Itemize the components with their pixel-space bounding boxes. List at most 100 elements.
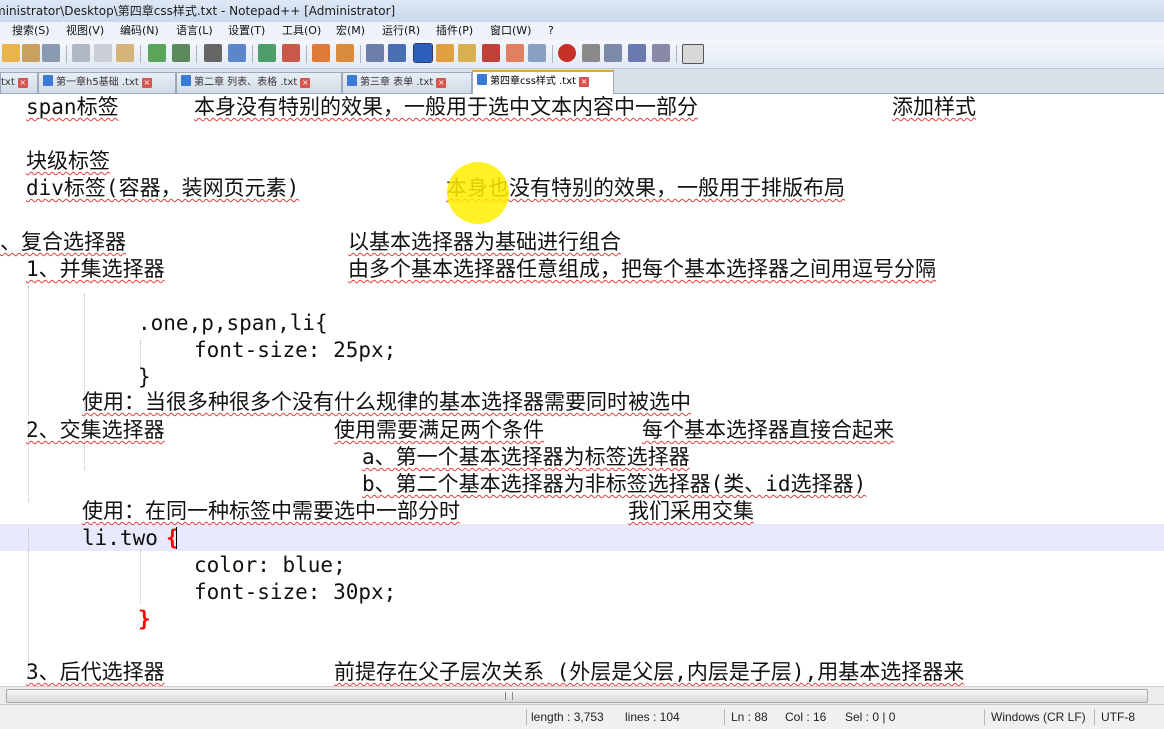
matching-brace: } xyxy=(138,607,151,631)
code-line: 1、并集选择器 由多个基本选择器任意组成，把每个基本选择器之间用逗号分隔 xyxy=(0,256,1164,283)
status-length: length : 3,753 xyxy=(531,710,604,724)
tab-label: txt xyxy=(1,77,15,88)
stop-macro-icon[interactable] xyxy=(582,44,600,62)
copy-icon[interactable] xyxy=(94,44,112,62)
play-macro-icon[interactable] xyxy=(604,44,622,62)
doc-map-icon[interactable] xyxy=(458,44,476,62)
code-line: font-size: 25px; xyxy=(0,337,1164,364)
save-macro-icon[interactable] xyxy=(652,44,670,62)
horizontal-scrollbar[interactable] xyxy=(0,686,1164,704)
find-icon[interactable] xyxy=(204,44,222,62)
line-text: font-size: 25px; xyxy=(194,338,397,362)
status-selection: Sel : 0 | 0 xyxy=(845,710,896,724)
line-text: a、第一个基本选择器为标签选择器 xyxy=(362,445,690,469)
sync-h-icon[interactable] xyxy=(336,44,354,62)
code-line: 3、后代选择器 前提存在父子层次关系 (外层是父层,内层是子层),用基本选择器来 xyxy=(0,659,1164,686)
zoom-in-icon[interactable] xyxy=(258,44,276,62)
toolbar-separator xyxy=(360,45,361,63)
line-text: 3、后代选择器 xyxy=(26,660,165,684)
menu-search[interactable]: 搜索(S) xyxy=(12,22,50,40)
toolbar-separator xyxy=(140,45,141,63)
folder-workspace-icon[interactable] xyxy=(506,44,524,62)
file-icon xyxy=(347,75,357,86)
window-title: ministrator\Desktop\第四章css样式.txt - Notep… xyxy=(0,4,396,18)
line-text: } xyxy=(138,365,151,389)
menu-encoding[interactable]: 编码(N) xyxy=(120,22,159,40)
close-icon[interactable]: × xyxy=(436,78,447,88)
zoom-out-icon[interactable] xyxy=(282,44,300,62)
line-text: 2、交集选择器 xyxy=(26,418,165,442)
close-icon[interactable]: × xyxy=(141,78,152,88)
code-line: } xyxy=(0,364,1164,391)
paste-icon[interactable] xyxy=(116,44,134,62)
code-line: 使用：当很多种很多个没有什么规律的基本选择器需要同时被选中 xyxy=(0,389,1164,416)
sync-v-icon[interactable] xyxy=(312,44,330,62)
line-text: 、复合选择器 xyxy=(0,230,126,254)
code-line: 、复合选择器 以基本选择器为基础进行组合 xyxy=(0,229,1164,256)
replace-icon[interactable] xyxy=(228,44,246,62)
code-line: span标签 本身没有特别的效果，一般用于选中文本内容中一部分 添加样式 xyxy=(0,94,1164,121)
close-icon[interactable]: × xyxy=(579,77,590,87)
toolbar-separator xyxy=(676,45,677,63)
word-wrap-icon[interactable] xyxy=(366,44,384,62)
menu-bar: 搜索(S) 视图(V) 编码(N) 语言(L) 设置(T) 工具(O) 宏(M)… xyxy=(0,22,1164,40)
file-icon xyxy=(181,75,191,86)
code-line: 块级标签 xyxy=(0,148,1164,175)
tab-5-active[interactable]: 第四章css样式 .txt × xyxy=(472,70,614,95)
menu-language[interactable]: 语言(L) xyxy=(176,22,213,40)
line-text: 使用：当很多种很多个没有什么规律的基本选择器需要同时被选中 xyxy=(82,390,691,414)
tab-3[interactable]: 第二章 列表、表格 .txt × xyxy=(176,72,342,93)
menu-settings[interactable]: 设置(T) xyxy=(228,22,265,40)
toolbar-separator xyxy=(252,45,253,63)
indent-guide-icon[interactable] xyxy=(413,43,433,63)
open-icon[interactable] xyxy=(2,44,20,62)
toolbar xyxy=(0,40,1164,69)
redo-icon[interactable] xyxy=(172,44,190,62)
text-caret xyxy=(176,527,177,549)
scrollbar-thumb[interactable] xyxy=(6,689,1148,703)
file-icon xyxy=(43,75,53,86)
line-text: 前提存在父子层次关系 (外层是父层,内层是子层),用基本选择器来 xyxy=(334,660,965,684)
tab-1[interactable]: txt × xyxy=(0,72,38,93)
close-icon[interactable]: × xyxy=(300,78,311,88)
code-line: 使用：在同一种标签中需要选中一部分时 我们采用交集 xyxy=(0,498,1164,525)
menu-window[interactable]: 窗口(W) xyxy=(490,22,531,40)
spell-check-icon[interactable] xyxy=(682,44,704,64)
code-line: color: blue; xyxy=(0,552,1164,579)
toolbar-separator xyxy=(306,45,307,63)
code-line: div标签(容器，装网页元素) 本身也没有特别的效果，一般用于排版布局 xyxy=(0,175,1164,202)
menu-view[interactable]: 视图(V) xyxy=(66,22,104,40)
monitoring-icon[interactable] xyxy=(528,44,546,62)
menu-run[interactable]: 运行(R) xyxy=(382,22,420,40)
line-text: 每个基本选择器直接合起来 xyxy=(642,418,894,442)
line-text: b、第二个基本选择器为非标签选择器(类、id选择器) xyxy=(362,472,867,496)
print-icon[interactable] xyxy=(42,44,60,62)
cursor-highlight xyxy=(447,162,509,224)
file-icon xyxy=(477,74,487,85)
line-text: 使用：在同一种标签中需要选中一部分时 xyxy=(82,499,460,523)
cut-icon[interactable] xyxy=(72,44,90,62)
menu-help[interactable]: ? xyxy=(548,22,554,40)
function-list-icon[interactable] xyxy=(482,44,500,62)
menu-plugins[interactable]: 插件(P) xyxy=(436,22,473,40)
record-macro-icon[interactable] xyxy=(558,44,576,62)
editor-area[interactable]: span标签 本身没有特别的效果，一般用于选中文本内容中一部分 添加样式 块级标… xyxy=(0,94,1164,686)
line-text: 本身没有特别的效果，一般用于选中文本内容中一部分 xyxy=(194,95,698,119)
tab-2[interactable]: 第一章h5基础 .txt × xyxy=(38,72,176,93)
menu-macro[interactable]: 宏(M) xyxy=(336,22,365,40)
run-macro-multiple-icon[interactable] xyxy=(628,44,646,62)
status-separator xyxy=(724,709,725,725)
show-all-chars-icon[interactable] xyxy=(388,44,406,62)
line-text: 添加样式 xyxy=(892,95,976,119)
udl-icon[interactable] xyxy=(436,44,454,62)
menu-tools[interactable]: 工具(O) xyxy=(282,22,321,40)
line-text: span标签 xyxy=(26,95,119,119)
status-bar: length : 3,753 lines : 104 Ln : 88 Col :… xyxy=(0,704,1164,729)
tab-4[interactable]: 第三章 表单 .txt × xyxy=(342,72,472,93)
close-all-icon[interactable] xyxy=(22,44,40,62)
undo-icon[interactable] xyxy=(148,44,166,62)
status-separator xyxy=(984,709,985,725)
status-separator xyxy=(1094,709,1095,725)
close-icon[interactable]: × xyxy=(17,78,28,88)
tab-label: 第二章 列表、表格 .txt xyxy=(194,77,298,88)
